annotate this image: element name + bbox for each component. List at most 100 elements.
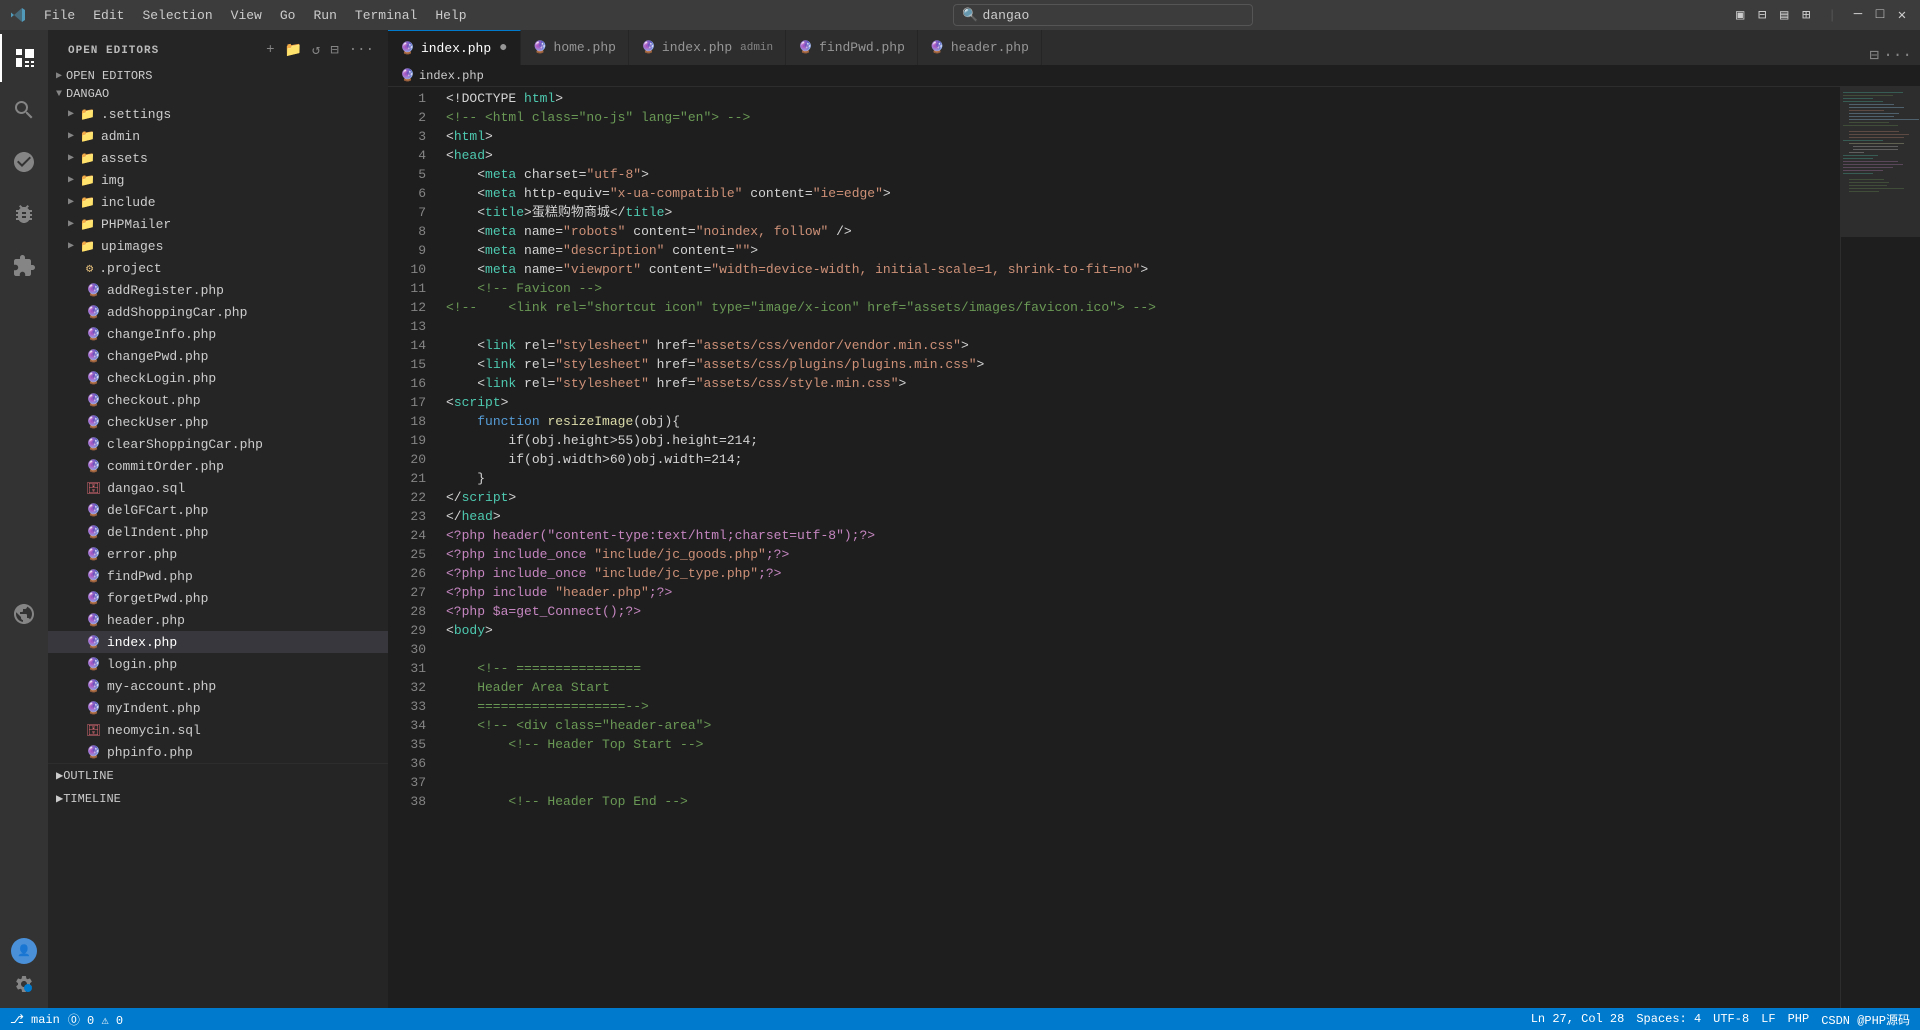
encoding-status[interactable]: UTF-8 [1713,1012,1749,1026]
tree-item-findpwd[interactable]: 🔮 findPwd.php [48,565,388,587]
branch-status[interactable]: ⎇ main [10,1012,60,1027]
tab-index-admin[interactable]: 🔮 index.php admin [629,30,786,65]
activity-explorer[interactable] [0,34,48,82]
menu-file[interactable]: File [36,6,83,25]
sidebar-actions: + 📁 ↺ ⊟ ··· [264,40,376,61]
tree-item-label: myIndent.php [107,701,201,716]
activity-debug[interactable] [0,190,48,238]
menu-terminal[interactable]: Terminal [347,6,425,25]
menu-help[interactable]: Help [427,6,474,25]
tree-item-commitorder[interactable]: 🔮 commitOrder.php [48,455,388,477]
avatar[interactable]: 👤 [11,938,37,964]
tree-item-include[interactable]: ▶ 📁 include [48,191,388,213]
menu-go[interactable]: Go [272,6,304,25]
layout-icon-3[interactable]: ▤ [1776,7,1792,23]
tree-item-admin[interactable]: ▶ 📁 admin [48,125,388,147]
refresh-button[interactable]: ↺ [310,40,322,61]
tree-item-upimages[interactable]: ▶ 📁 upimages [48,235,388,257]
code-line: } [446,469,1840,488]
tab-modified-dot[interactable]: ● [499,40,507,56]
menu-edit[interactable]: Edit [85,6,132,25]
timeline-label: TIMELINE [63,792,121,806]
error-status[interactable]: ⓪ 0 ⚠ 0 [68,1011,123,1028]
menu-run[interactable]: Run [305,6,344,25]
tree-item-dangaosql[interactable]: 🗄 dangao.sql [48,477,388,499]
tree-item-delindent[interactable]: 🔮 delIndent.php [48,521,388,543]
more-tabs-button[interactable]: ··· [1883,46,1912,64]
tree-item-myindent[interactable]: 🔮 myIndent.php [48,697,388,719]
tree-item-checklogin[interactable]: 🔮 checkLogin.php [48,367,388,389]
split-editor-button[interactable]: ⊟ [1870,45,1880,65]
tab-findpwd[interactable]: 🔮 findPwd.php [786,30,918,65]
eol-status[interactable]: LF [1761,1012,1775,1026]
tree-item-index[interactable]: 🔮 index.php [48,631,388,653]
activity-remote[interactable] [0,590,48,638]
spaces-status[interactable]: Spaces: 4 [1636,1012,1701,1026]
menu-view[interactable]: View [223,6,270,25]
tree-item-delgfcart[interactable]: 🔮 delGFCart.php [48,499,388,521]
new-file-button[interactable]: + [264,40,276,61]
code-editor[interactable]: <!DOCTYPE html><!-- <html class="no-js" … [438,87,1840,1008]
php-file-icon: 🔮 [86,327,101,342]
language-status[interactable]: PHP [1788,1012,1810,1026]
close-button[interactable]: ✕ [1894,7,1910,23]
php-file-icon: 🔮 [86,415,101,430]
tree-item-clearshoppingcar[interactable]: 🔮 clearShoppingCar.php [48,433,388,455]
tree-item-myaccount[interactable]: 🔮 my-account.php [48,675,388,697]
maximize-button[interactable]: □ [1872,7,1888,23]
tree-item-phpinfo[interactable]: 🔮 phpinfo.php [48,741,388,763]
code-line: function resizeImage(obj){ [446,412,1840,431]
line-number: 21 [388,469,426,488]
tree-item-checkout[interactable]: 🔮 checkout.php [48,389,388,411]
menu-selection[interactable]: Selection [134,6,220,25]
tree-item-phpmailer[interactable]: ▶ 📁 PHPMailer [48,213,388,235]
dangao-section[interactable]: ▼ DANGAO [48,85,388,103]
line-number: 16 [388,374,426,393]
tab-index-php[interactable]: 🔮 index.php ● [388,30,521,65]
tree-item-label: phpinfo.php [107,745,193,760]
tree-item-project[interactable]: ⚙ .project [48,257,388,279]
tree-item-checkuser[interactable]: 🔮 checkUser.php [48,411,388,433]
tree-item-error[interactable]: 🔮 error.php [48,543,388,565]
code-line: </script> [446,488,1840,507]
folder-arrow: ▶ [68,196,74,208]
tab-header[interactable]: 🔮 header.php [918,30,1042,65]
breadcrumb-item[interactable]: index.php [419,69,484,83]
tree-item-img[interactable]: ▶ 📁 img [48,169,388,191]
tree-item-settings[interactable]: ▶ 📁 .settings [48,103,388,125]
collapse-button[interactable]: ⊟ [328,40,340,61]
outline-toggle[interactable]: ▶ OUTLINE [48,764,388,787]
tab-home-php[interactable]: 🔮 home.php [521,30,629,65]
layout-icon-4[interactable]: ⊞ [1798,7,1814,23]
cursor-position[interactable]: Ln 27, Col 28 [1531,1012,1625,1026]
activity-extensions[interactable] [0,242,48,290]
layout-icon-2[interactable]: ⊟ [1754,7,1770,23]
tree-item-assets[interactable]: ▶ 📁 assets [48,147,388,169]
search-bar[interactable]: 🔍 dangao [953,4,1253,26]
minimize-button[interactable]: ─ [1850,7,1866,23]
search-icon: 🔍 [962,8,978,23]
new-folder-button[interactable]: 📁 [282,40,303,61]
tree-item-addshoppingcar[interactable]: 🔮 addShoppingCar.php [48,301,388,323]
tree-item-changepwd[interactable]: 🔮 changePwd.php [48,345,388,367]
folder-arrow: ▶ [68,218,74,230]
line-number: 22 [388,488,426,507]
layout-icon-1[interactable]: ▣ [1732,7,1748,23]
folder-arrow: ▶ [68,130,74,142]
tree-item-changeinfo[interactable]: 🔮 changeInfo.php [48,323,388,345]
tree-item-login[interactable]: 🔮 login.php [48,653,388,675]
open-editors-section[interactable]: ▶ OPEN EDITORS [48,67,388,85]
activity-git[interactable] [0,138,48,186]
more-options-button[interactable]: ··· [347,40,376,61]
timeline-toggle[interactable]: ▶ TIMELINE [48,787,388,810]
tree-item-neomycinsql[interactable]: 🗄 neomycin.sql [48,719,388,741]
tree-item-header[interactable]: 🔮 header.php [48,609,388,631]
activity-settings[interactable] [8,968,40,1000]
tab-subtitle: admin [740,42,773,54]
tree-item-forgetpwd[interactable]: 🔮 forgetPwd.php [48,587,388,609]
activity-search[interactable] [0,86,48,134]
attribution: CSDN @PHP源码 [1821,1011,1910,1028]
minimap [1840,87,1920,1008]
folder-icon: 📁 [80,195,95,210]
tree-item-addregister[interactable]: 🔮 addRegister.php [48,279,388,301]
